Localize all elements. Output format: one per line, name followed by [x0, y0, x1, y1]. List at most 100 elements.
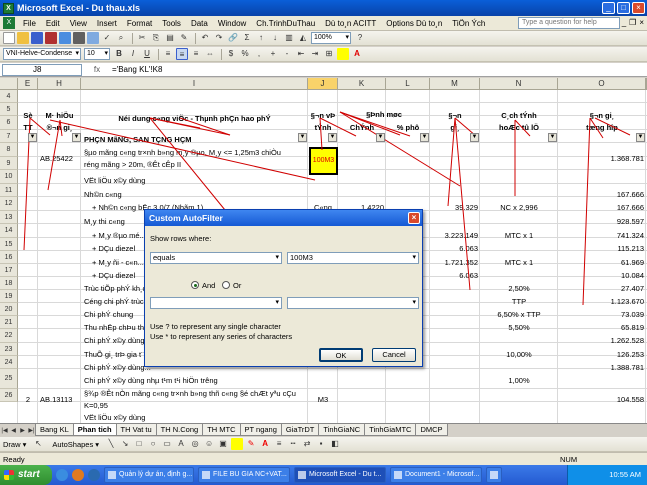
sort-descending-icon[interactable]: ↓ [269, 32, 281, 44]
autofilter-dropdown-icon[interactable]: ▼ [420, 133, 429, 142]
menu-data[interactable]: Data [186, 19, 213, 28]
tab-phan-tich[interactable]: Phan tich [72, 424, 117, 436]
task-file-bu-gia[interactable]: FILE BU GIA NC+VAT... [198, 467, 290, 483]
value-2-select[interactable] [287, 297, 419, 309]
column-header-E[interactable]: E [18, 78, 38, 90]
autofilter-dropdown-icon[interactable]: ▼ [328, 133, 337, 142]
sort-ascending-icon[interactable]: ↑ [255, 32, 267, 44]
autoshapes-button[interactable]: AutoShapes ▾ [52, 440, 99, 449]
menu-tienich[interactable]: TiÖn Ých [447, 19, 490, 28]
3d-icon[interactable]: ◧ [329, 438, 341, 450]
name-box[interactable]: J8 [2, 63, 82, 76]
ok-button[interactable]: OK [319, 348, 363, 362]
value-1-select[interactable]: 100M3 [287, 252, 419, 264]
menu-tools[interactable]: Tools [157, 19, 186, 28]
prev-sheet-icon[interactable]: ◀ [9, 427, 18, 434]
bold-icon[interactable]: B [113, 48, 125, 60]
increase-indent-icon[interactable]: ⇥ [309, 48, 321, 60]
menu-format[interactable]: Format [122, 19, 157, 28]
align-left-icon[interactable]: ≡ [162, 48, 174, 60]
undo-icon[interactable]: ↶ [199, 32, 211, 44]
copy-icon[interactable]: ⎘ [150, 32, 162, 44]
maximize-button[interactable]: □ [617, 2, 630, 14]
autofilter-dropdown-icon[interactable]: ▼ [298, 133, 307, 142]
research-icon[interactable]: ⌕ [115, 32, 127, 44]
print-icon[interactable] [73, 32, 85, 44]
underline-icon[interactable]: U [141, 48, 153, 60]
autofilter-dropdown-icon[interactable]: ▼ [470, 133, 479, 142]
spelling-icon[interactable]: ✓ [101, 32, 113, 44]
menu-insert[interactable]: Insert [92, 19, 122, 28]
new-icon[interactable] [3, 32, 15, 44]
column-header-corner[interactable] [0, 78, 18, 90]
cancel-button[interactable]: Cancel [372, 348, 416, 362]
excel-app-icon[interactable]: X [3, 2, 14, 14]
oval-icon[interactable]: ○ [147, 438, 159, 450]
fill-color-icon[interactable] [337, 48, 349, 60]
column-header-O[interactable]: O [558, 78, 646, 90]
tab-giatrdt[interactable]: GiaTrDT [280, 424, 320, 436]
autofilter-dropdown-icon[interactable]: ▼ [28, 133, 37, 142]
column-header-J[interactable]: J [308, 78, 338, 90]
line-style-icon[interactable]: ≡ [273, 438, 285, 450]
font-color-icon[interactable]: A [351, 48, 363, 60]
decrease-indent-icon[interactable]: ⇤ [295, 48, 307, 60]
operator-1-select[interactable]: equals [150, 252, 282, 264]
cut-icon[interactable]: ✂ [136, 32, 148, 44]
task-document1[interactable]: Document1 - Microsof... [390, 467, 482, 483]
workbook-icon[interactable]: X [3, 17, 15, 29]
column-header-H[interactable]: H [38, 78, 81, 90]
picture-icon[interactable]: ▣ [217, 438, 229, 450]
mdi-minimize-button[interactable]: _ [622, 18, 626, 27]
percent-icon[interactable]: % [239, 48, 251, 60]
permission-icon[interactable] [45, 32, 57, 44]
clipart-icon[interactable]: ☺ [203, 438, 215, 450]
task-quan-ly-du-an[interactable]: Quản lý dự án, định g... [104, 467, 194, 483]
column-header-K[interactable]: K [338, 78, 386, 90]
dash-style-icon[interactable]: ┅ [287, 438, 299, 450]
arrow-style-icon[interactable]: ⇄ [301, 438, 313, 450]
line-icon[interactable]: ╲ [105, 438, 117, 450]
format-painter-icon[interactable]: ✎ [178, 32, 190, 44]
diagram-icon[interactable]: ◎ [189, 438, 201, 450]
chart-wizard-icon[interactable]: ▥ [283, 32, 295, 44]
autofilter-dropdown-icon[interactable]: ▼ [72, 133, 81, 142]
column-header-M[interactable]: M [430, 78, 480, 90]
firefox-quicklaunch-icon[interactable] [72, 469, 84, 481]
minimize-button[interactable]: _ [602, 2, 615, 14]
formula-input[interactable]: ='Bang KL'!K8 [112, 65, 162, 74]
menu-file[interactable]: File [18, 19, 41, 28]
tab-tinhgiamtc[interactable]: TinhGiaMTC [364, 424, 417, 436]
mdi-restore-button[interactable]: ❐ [629, 18, 636, 27]
tab-th-ncong[interactable]: TH N.Cong [155, 424, 204, 436]
textbox-icon[interactable]: ▭ [161, 438, 173, 450]
shadow-icon[interactable]: ▪ [315, 438, 327, 450]
merge-center-icon[interactable]: ⇔ [204, 48, 216, 60]
task-office-picture[interactable] [486, 467, 502, 483]
drawing-icon[interactable]: ◭ [297, 32, 309, 44]
align-center-icon[interactable]: ≡ [176, 48, 188, 60]
help-search-input[interactable]: Type a question for help [518, 17, 620, 29]
comma-style-icon[interactable]: , [253, 48, 265, 60]
line-color-icon[interactable]: ✎ [245, 438, 257, 450]
menu-options-duton[interactable]: Options Dù to¸n [381, 19, 447, 28]
wordart-icon[interactable]: A [175, 438, 187, 450]
column-header-N[interactable]: N [480, 78, 558, 90]
arrow-icon[interactable]: ↘ [119, 438, 131, 450]
menu-edit[interactable]: Edit [41, 19, 65, 28]
print-preview-icon[interactable] [87, 32, 99, 44]
autosum-icon[interactable]: Σ [241, 32, 253, 44]
tab-tinhgianc[interactable]: TinhGiaNC [318, 424, 366, 436]
operator-2-select[interactable] [150, 297, 282, 309]
zoom-select[interactable]: 100% [311, 32, 351, 44]
help-icon[interactable]: ? [354, 32, 366, 44]
select-objects-icon[interactable]: ↖ [32, 438, 44, 450]
open-icon[interactable] [17, 32, 29, 44]
column-header-I[interactable]: I [81, 78, 308, 90]
ie-quicklaunch-icon[interactable] [56, 469, 68, 481]
hyperlink-icon[interactable]: 🔗 [227, 32, 239, 44]
task-excel-du-thau[interactable]: Microsoft Excel - Du t... [294, 467, 386, 483]
rectangle-icon[interactable]: □ [133, 438, 145, 450]
tab-bang-kl[interactable]: Bang KL [35, 424, 74, 436]
dialog-close-button[interactable]: × [408, 212, 420, 224]
